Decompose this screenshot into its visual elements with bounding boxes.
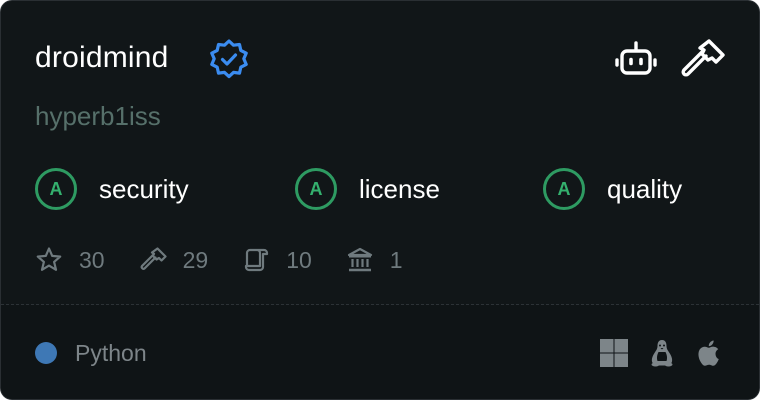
linux-icon [651,340,673,367]
grade-quality[interactable]: A quality [543,166,682,212]
grade-license[interactable]: A license [295,166,440,212]
robot-icon[interactable] [613,37,659,83]
stat-value: 30 [79,246,105,273]
verified-badge-icon [210,39,248,79]
grade-security[interactable]: A security [35,166,189,212]
hammer-icon [140,247,167,270]
card-footer: Python [1,305,759,399]
stats-row: 30 29 10 1 [35,243,437,277]
stat-value: 10 [286,246,312,273]
scroll-icon [245,248,269,272]
os-support [599,338,725,368]
stat-value: 29 [182,246,209,273]
grade-badge: A [35,168,77,210]
stat-value: 1 [389,246,403,273]
grade-label: license [359,173,440,204]
stat-stars: 30 [35,246,105,274]
stat-prompts: 10 [242,246,312,274]
language-color-dot [35,342,57,364]
server-name[interactable]: droidmind [35,38,169,78]
author-name[interactable]: hyperb1iss [35,98,161,134]
windows-icon [600,339,628,367]
star-icon [36,247,62,271]
grade-badge: A [295,168,337,210]
stat-tools: 29 [139,246,209,274]
stat-resources: 1 [346,246,403,274]
grade-badge: A [543,168,585,210]
grade-label: security [99,173,189,204]
apple-icon [698,340,719,366]
hammer-icon[interactable] [679,37,725,83]
server-card[interactable]: droidmind hyperb1iss A security A licens… [0,0,760,400]
grade-label: quality [607,173,683,204]
language-name: Python [75,340,147,366]
bank-icon [347,247,372,272]
